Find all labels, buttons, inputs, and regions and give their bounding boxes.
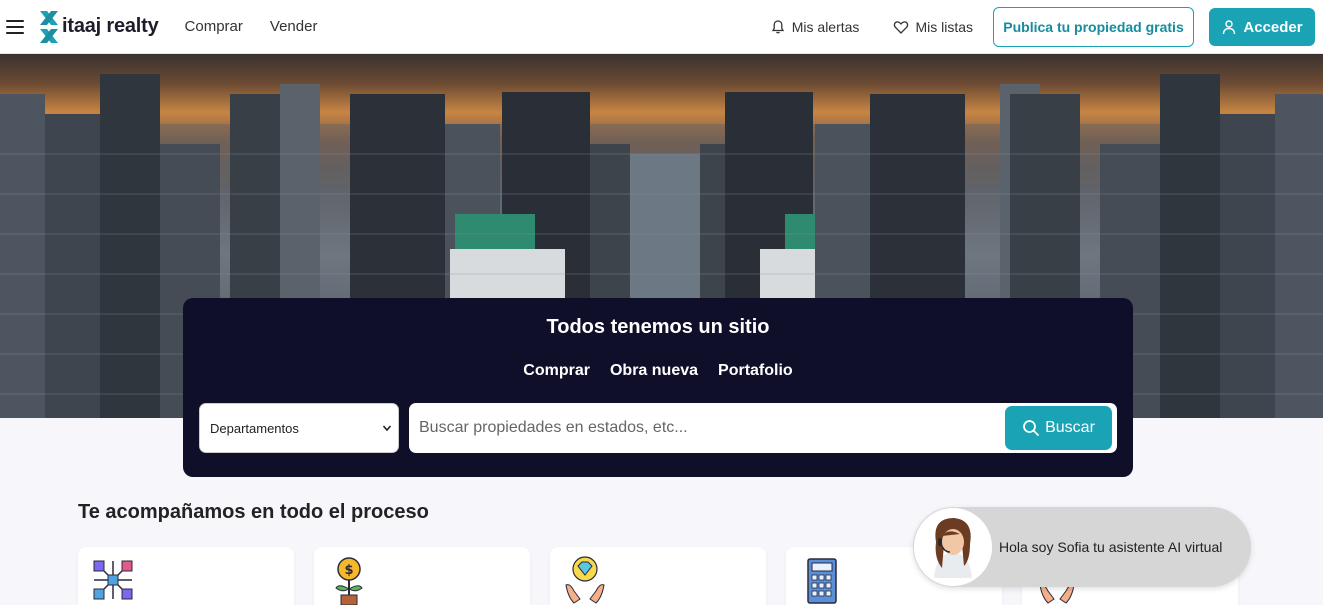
- alerts-link[interactable]: Mis alertas: [770, 19, 860, 35]
- logo-text: itaaj realty: [62, 15, 159, 37]
- logo[interactable]: itaaj realty: [38, 7, 159, 47]
- assistant-avatar: [914, 508, 992, 586]
- chevron-down-icon: [382, 425, 392, 432]
- calculator-icon: [807, 558, 837, 604]
- svg-text:$: $: [344, 563, 353, 578]
- top-header: itaaj realty Comprar Vender Mis alertas …: [0, 0, 1323, 54]
- search-button-label: Buscar: [1045, 419, 1095, 436]
- hamburger-menu-icon[interactable]: [6, 19, 24, 34]
- search-button[interactable]: Buscar: [1005, 406, 1112, 450]
- search-title: Todos tenemos un sitio: [546, 316, 770, 338]
- property-type-select[interactable]: Departamentos: [199, 403, 399, 453]
- section-title: Te acompañamos en todo el proceso: [78, 501, 429, 523]
- lists-label: Mis listas: [915, 19, 973, 35]
- property-type-value: Departamentos: [210, 420, 299, 436]
- ai-assistant-chat-bubble[interactable]: Hola soy Sofia tu asistente AI virtual: [913, 507, 1251, 587]
- tab-obra-nueva[interactable]: Obra nueva: [610, 362, 698, 380]
- user-icon: [1223, 20, 1236, 35]
- process-card[interactable]: [550, 547, 766, 605]
- assistant-message: Hola soy Sofia tu asistente AI virtual: [999, 539, 1223, 555]
- diamond-hands-icon: [565, 556, 605, 604]
- process-card[interactable]: $: [314, 547, 530, 605]
- tab-portafolio[interactable]: Portafolio: [718, 362, 793, 380]
- search-box: Buscar: [409, 403, 1117, 453]
- search-input[interactable]: [409, 403, 999, 453]
- process-card[interactable]: [78, 547, 294, 605]
- login-button[interactable]: Acceder: [1209, 8, 1315, 46]
- lists-link[interactable]: Mis listas: [893, 19, 973, 35]
- network-cubes-icon: [93, 560, 133, 600]
- assistant-avatar-image: [914, 508, 992, 586]
- money-plant-icon: $: [335, 557, 363, 605]
- nav-comprar[interactable]: Comprar: [185, 18, 243, 35]
- heart-icon: [894, 21, 909, 34]
- publish-property-button[interactable]: Publica tu propiedad gratis: [993, 7, 1194, 47]
- alerts-label: Mis alertas: [791, 19, 860, 35]
- bell-icon: [771, 20, 784, 34]
- tab-comprar[interactable]: Comprar: [523, 362, 590, 380]
- search-panel: Todos tenemos un sitio Comprar Obra nuev…: [183, 298, 1133, 477]
- logo-mark-icon: [40, 10, 58, 43]
- search-tabs: Comprar Obra nueva Portafolio: [183, 362, 1133, 380]
- nav-vender[interactable]: Vender: [270, 18, 318, 35]
- login-label: Acceder: [1243, 18, 1303, 36]
- search-icon: [1023, 420, 1039, 436]
